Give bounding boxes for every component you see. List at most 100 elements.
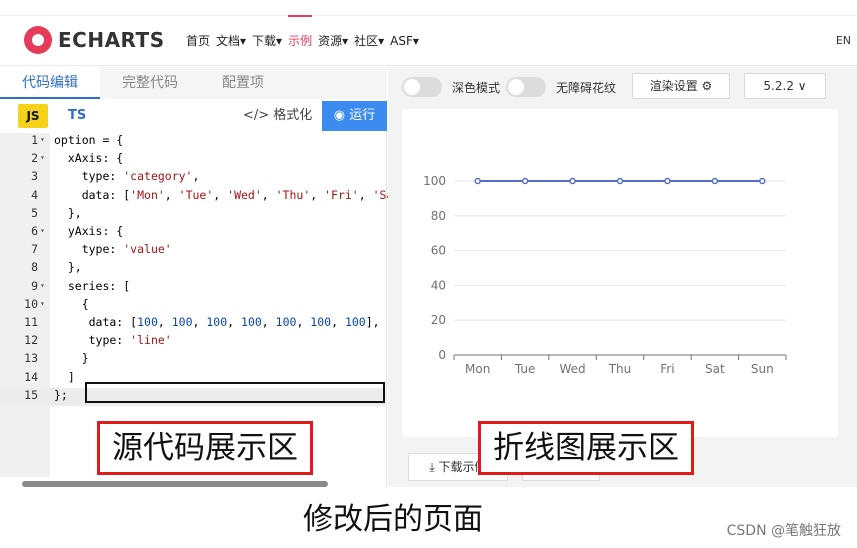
code-line[interactable]: 7 type: 'value' [0, 242, 387, 260]
data-point [521, 177, 529, 185]
code-line[interactable]: 4 data: ['Mon', 'Tue', 'Wed', 'Thu', 'Fr… [0, 187, 393, 206]
line-text: }, [54, 205, 82, 220]
run-button[interactable]: ◉ 运行 [322, 101, 387, 131]
js-button[interactable]: JS [18, 104, 48, 128]
x-tick-label: Wed [559, 362, 585, 376]
code-line[interactable]: 13 } [0, 351, 387, 369]
browser-strip [0, 0, 857, 16]
line-number: 11 [24, 315, 38, 329]
line-number: 2 [31, 151, 38, 166]
line-number: 3 [31, 169, 38, 184]
data-point [664, 177, 671, 185]
page: ECHARTS 首页 文档▾ 下载▾ 示例 资源▾ 社区▾ ASF▾ EN 代码编辑 完整代码… [0, 0, 857, 548]
data-point [474, 177, 481, 185]
fold-arrow-icon[interactable]: ▾ [40, 226, 50, 235]
line-text: { [54, 296, 89, 311]
dark-mode-label: 深色模式 [452, 81, 501, 95]
line-number: 7 [31, 242, 38, 257]
line-number: 4 [31, 187, 38, 202]
editor-tab[interactable]: 完整代码 [100, 67, 200, 99]
fold-arrow-icon[interactable]: ▾ [40, 135, 50, 144]
chart-area-label: 折线图展示区 [478, 421, 694, 475]
x-tick-label: Sun [751, 362, 774, 376]
echarts-logo-icon [24, 26, 52, 54]
editor-tab[interactable]: 代码编辑 [0, 67, 100, 99]
editor-tab[interactable]: 配置项 [200, 67, 286, 99]
line-number: 12 [24, 333, 38, 348]
line-text: option = { [54, 133, 124, 147]
y-tick-label: 20 [431, 313, 446, 327]
line-text: type: 'category', [54, 169, 200, 184]
line-text: } [54, 351, 89, 366]
data-point [759, 177, 766, 185]
line-number: 15 [24, 387, 38, 402]
y-tick-label: 0 [438, 348, 446, 362]
editor-toolbar: JS TS </> 格式化 ◉ 运行 [0, 101, 387, 131]
data-point [711, 177, 719, 185]
fold-arrow-icon[interactable]: ▾ [40, 153, 50, 162]
y-tick-label: 60 [431, 244, 446, 258]
code-line[interactable]: 12 type: 'line' [0, 333, 387, 351]
code-line[interactable]: 11 data: [100, 100, 100, 100, 100, 100, … [0, 315, 387, 333]
y-tick-label: 40 [431, 278, 446, 292]
fold-arrow-icon[interactable]: ▾ [40, 299, 50, 308]
line-number: 14 [24, 369, 38, 384]
highlighted-data-line [85, 382, 385, 403]
line-text: data: ['Mon', 'Tue', 'Wed', 'Thu', 'Fri'… [54, 187, 394, 202]
line-text: xAxis: { [54, 151, 124, 166]
a11y-label: 无障碍花纹 [556, 81, 617, 95]
code-line[interactable]: 6 ▾ yAxis: { [0, 224, 387, 242]
download-icon: ⤓ [429, 460, 439, 474]
line-text: }; [54, 387, 68, 402]
format-button[interactable]: </> 格式化 [243, 104, 312, 128]
main-menu: 首页 文档▾ 下载▾ 示例 资源▾ 社区▾ ASF▾ [186, 15, 425, 66]
dark-mode-toggle[interactable] [402, 77, 442, 97]
line-text: ] [54, 369, 75, 384]
x-tick-label: Thu [608, 362, 632, 376]
fold-arrow-icon[interactable]: ▾ [40, 281, 50, 290]
code-line[interactable]: 5 }, [0, 206, 387, 224]
menu-item[interactable]: 示例 [288, 15, 313, 66]
line-number: 13 [24, 351, 38, 366]
watermark: CSDN @笔触狂放 [726, 523, 841, 539]
echarts-logo[interactable]: ECHARTS [24, 26, 165, 54]
line-text: series: [ [54, 278, 131, 293]
line-chart[interactable]: 0 20 40 60 80 100 Mon Tue Wed Thu Fri Sat Sun [402, 109, 838, 437]
line-number: 1 [31, 133, 38, 147]
line-number: 6 [31, 224, 38, 238]
x-tick-label: Tue [514, 362, 536, 376]
line-text: }, [54, 260, 82, 275]
y-tick-label: 100 [423, 174, 446, 188]
render-settings-button[interactable]: 渲染设置 ⚙ [632, 73, 730, 99]
line-number: 8 [31, 260, 38, 275]
menu-item[interactable]: 文档▾ [216, 16, 246, 66]
code-line[interactable]: 8 }, [0, 260, 387, 278]
code-line[interactable]: 1 ▾ option = { [0, 133, 387, 151]
horizontal-scrollbar[interactable] [22, 481, 328, 487]
line-text: type: 'line' [54, 333, 172, 348]
menu-item[interactable]: ASF▾ [390, 16, 419, 66]
menu-item[interactable]: 首页 [186, 16, 210, 66]
line-text: type: 'value' [54, 242, 172, 257]
menu-item[interactable]: 社区▾ [354, 16, 384, 66]
data-point [569, 177, 576, 185]
x-tick-label: Fri [660, 362, 674, 376]
line-number: 5 [31, 205, 38, 220]
caption: 修改后的页面 [303, 502, 483, 537]
ts-button[interactable]: TS [68, 104, 86, 128]
menu-item[interactable]: 下载▾ [252, 16, 282, 66]
version-select[interactable]: 5.2.2 ∨ [744, 73, 826, 99]
y-tick-label: 80 [431, 209, 446, 223]
code-line[interactable]: 10 ▾ { [0, 297, 387, 315]
code-line[interactable]: 3 type: 'category', [0, 169, 387, 187]
line-text: data: [100, 100, 100, 100, 100, 100, 100… [54, 315, 380, 329]
logo-text: ECHARTS [58, 28, 165, 52]
line-text: yAxis: { [54, 224, 124, 238]
code-line[interactable]: 2 ▾ xAxis: { [0, 151, 387, 169]
code-line[interactable]: 9 ▾ series: [ [0, 279, 387, 297]
language-switch[interactable]: EN [836, 34, 851, 47]
line-number: 10 [24, 296, 38, 311]
a11y-toggle[interactable] [506, 77, 546, 97]
data-point [616, 177, 624, 185]
menu-item[interactable]: 资源▾ [318, 16, 348, 66]
